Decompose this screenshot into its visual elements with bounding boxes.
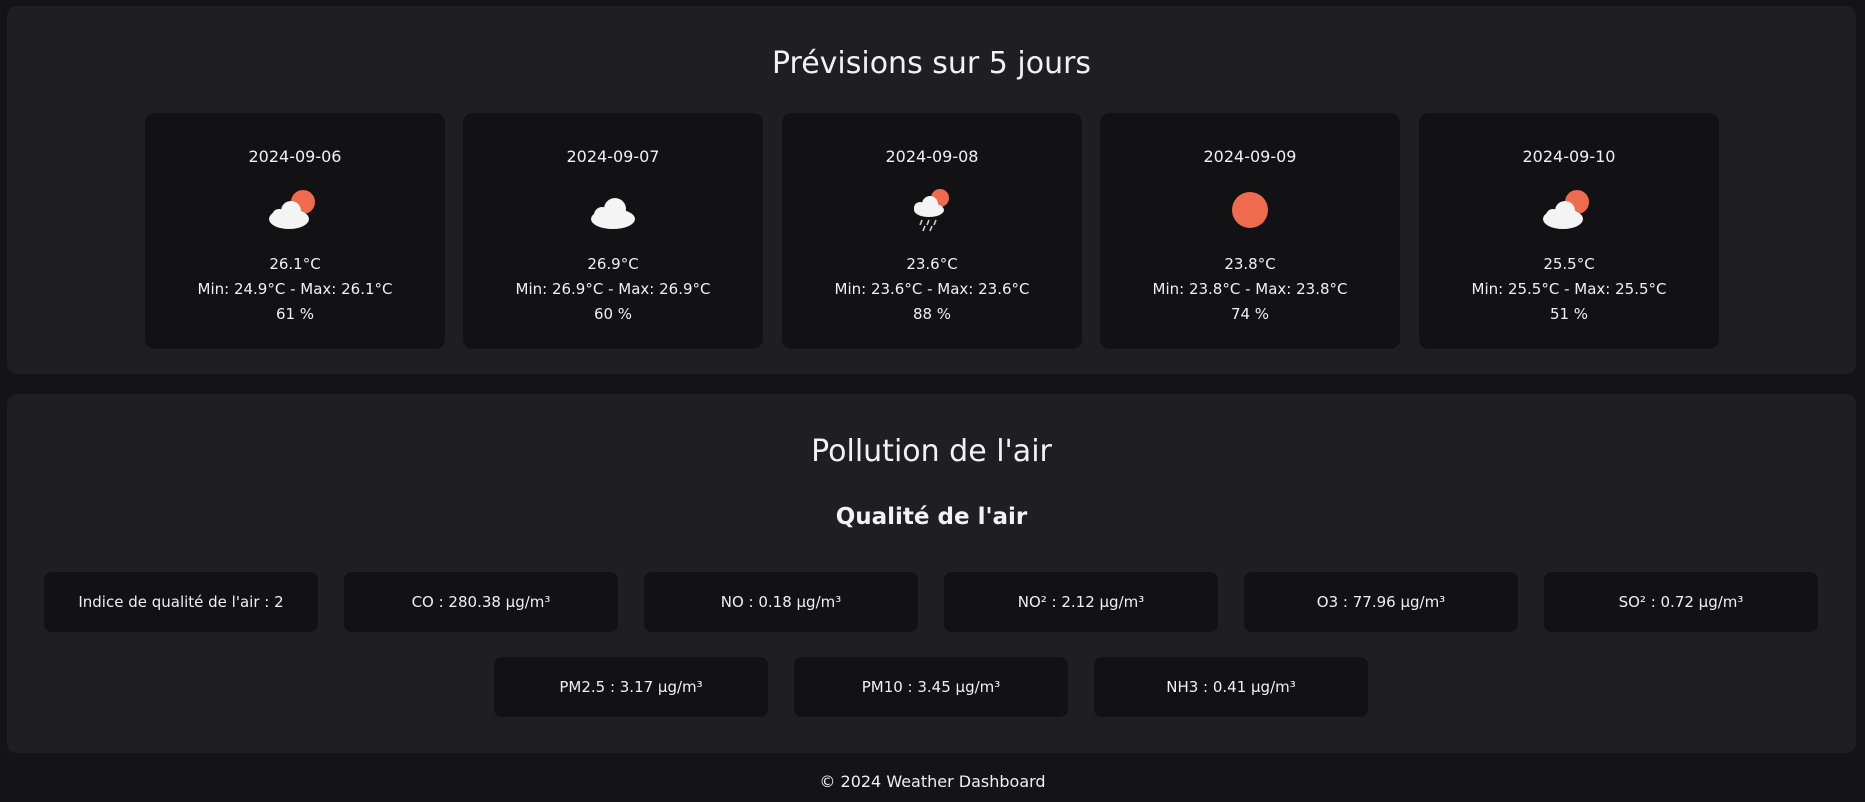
- forecast-temperature: 25.5°C: [1543, 255, 1595, 273]
- o3-card: O3 : 77.96 µg/m³: [1244, 572, 1518, 632]
- rain-sun-icon: [914, 189, 949, 232]
- pm10-card: PM10 : 3.45 µg/m³: [794, 657, 1068, 717]
- forecast-temperature: 23.6°C: [906, 255, 958, 273]
- forecast-temperature: 26.9°C: [587, 255, 639, 273]
- forecast-day-card: 2024-09-09 23.8°C Min: 23.8°C - Max: 23.…: [1100, 113, 1400, 349]
- forecast-humidity: 61 %: [275, 305, 315, 323]
- forecast-date: 2024-09-09: [1203, 147, 1297, 166]
- forecast-min-max: Min: 24.9°C - Max: 26.1°C: [197, 280, 393, 298]
- forecast-section: Prévisions sur 5 jours 2024-09-06 26.1°C…: [7, 6, 1856, 374]
- pollution-title: Pollution de l'air: [811, 434, 1052, 469]
- forecast-title: Prévisions sur 5 jours: [771, 46, 1092, 81]
- forecast-min-max: Min: 25.5°C - Max: 25.5°C: [1471, 280, 1667, 298]
- forecast-day-card: 2024-09-07 26.9°C Min: 26.9°C - Max: 26.…: [463, 113, 763, 349]
- cloud-icon: [591, 198, 635, 229]
- forecast-temperature: 23.8°C: [1224, 255, 1276, 273]
- no-card: NO : 0.18 µg/m³: [644, 572, 918, 632]
- forecast-humidity: 88 %: [912, 305, 952, 323]
- footer-copyright: © 2024 Weather Dashboard: [819, 772, 1046, 791]
- nh3-card: NH3 : 0.41 µg/m³: [1094, 657, 1368, 717]
- no2-card: NO² : 2.12 µg/m³: [944, 572, 1218, 632]
- co-card: CO : 280.38 µg/m³: [344, 572, 618, 632]
- pm25-card: PM2.5 : 3.17 µg/m³: [494, 657, 768, 717]
- forecast-humidity: 60 %: [593, 305, 633, 323]
- forecast-date: 2024-09-10: [1522, 147, 1616, 166]
- air-pollution-section: Pollution de l'air Qualité de l'air Indi…: [7, 394, 1856, 753]
- forecast-date: 2024-09-06: [248, 147, 342, 166]
- partly-cloudy-icon: [1543, 190, 1589, 229]
- forecast-min-max: Min: 26.9°C - Max: 26.9°C: [515, 280, 711, 298]
- forecast-min-max: Min: 23.6°C - Max: 23.6°C: [834, 280, 1030, 298]
- partly-cloudy-icon: [269, 190, 315, 229]
- so2-card: SO² : 0.72 µg/m³: [1544, 572, 1818, 632]
- forecast-humidity: 51 %: [1549, 305, 1589, 323]
- forecast-date: 2024-09-08: [885, 147, 979, 166]
- air-quality-index-card: Indice de qualité de l'air : 2: [44, 572, 318, 632]
- sun-icon: [1232, 192, 1268, 228]
- forecast-day-card: 2024-09-10 25.5°C Min: 25.5°C - Max: 25.…: [1419, 113, 1719, 349]
- forecast-day-card: 2024-09-08 23.6°C Min: 23.6°C - Max: 23.…: [782, 113, 1082, 349]
- forecast-temperature: 26.1°C: [269, 255, 321, 273]
- forecast-date: 2024-09-07: [566, 147, 660, 166]
- air-quality-subtitle: Qualité de l'air: [835, 504, 1028, 530]
- forecast-day-card: 2024-09-06 26.1°C Min: 24.9°C - Max: 26.…: [145, 113, 445, 349]
- forecast-humidity: 74 %: [1230, 305, 1270, 323]
- forecast-min-max: Min: 23.8°C - Max: 23.8°C: [1152, 280, 1348, 298]
